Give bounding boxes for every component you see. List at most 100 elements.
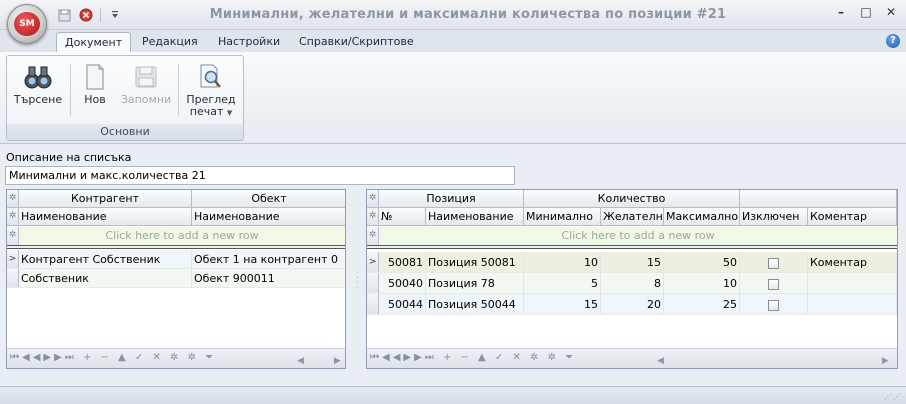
column-excluded[interactable]: Изключен bbox=[740, 208, 808, 225]
excluded-checkbox[interactable] bbox=[768, 278, 779, 290]
band-contragent[interactable]: Контрагент bbox=[19, 190, 192, 207]
save-button-label: Запомни bbox=[120, 93, 172, 106]
cell-contragent[interactable]: Контрагент Собственик bbox=[19, 250, 192, 268]
grid-corner-icon: ✲ bbox=[7, 190, 19, 207]
cell-desired[interactable]: 15 bbox=[601, 252, 664, 272]
ribbon-group-main: Търсене Нов Запомни Преглед печат ▼ Осно… bbox=[6, 55, 244, 141]
positions-quantities-grid: ✲ Позиция Количество ✲ № Наименование Ми… bbox=[366, 189, 898, 369]
help-icon[interactable]: ? bbox=[886, 34, 900, 48]
excluded-checkbox[interactable] bbox=[768, 299, 779, 311]
cell-comment[interactable]: Коментар bbox=[808, 252, 897, 272]
cell-excluded bbox=[740, 294, 808, 314]
grid-navigator: ⏮◀◀▶▶⏭ + − ▲ ✓ ✕ ✲ ✲ ⏷ ◀ ▶ bbox=[367, 348, 897, 368]
cell-desired[interactable]: 20 bbox=[601, 294, 664, 314]
cell-name[interactable]: Позиция 50081 bbox=[426, 252, 524, 272]
cell-desired[interactable]: 8 bbox=[601, 273, 664, 293]
grid-band-header: ✲ Позиция Количество bbox=[367, 190, 897, 208]
dropdown-arrow-icon: ▼ bbox=[226, 109, 233, 117]
tab-reports-scripts[interactable]: Справки/Скриптове bbox=[291, 32, 422, 52]
tab-edit[interactable]: Редакция bbox=[134, 32, 206, 52]
table-row[interactable]: > Контрагент Собственик Обект 1 на контр… bbox=[7, 250, 345, 269]
excluded-checkbox[interactable] bbox=[768, 257, 779, 269]
current-row-icon: > bbox=[367, 252, 379, 272]
grid-corner-icon: ✲ bbox=[367, 190, 379, 207]
window-title: Минимални, желателни и максимални количе… bbox=[209, 7, 727, 22]
band-position[interactable]: Позиция bbox=[379, 190, 524, 207]
binoculars-icon bbox=[11, 60, 65, 94]
new-row-prompt[interactable]: ✲ Click here to add a new row bbox=[367, 227, 897, 245]
tab-document[interactable]: Документ bbox=[56, 32, 132, 52]
new-button-label: Нов bbox=[84, 93, 106, 106]
column-minimum[interactable]: Минимално bbox=[524, 208, 601, 225]
navigator-buttons[interactable]: ⏮◀◀▶▶⏭ + − ▲ ✓ ✕ ✲ ✲ ⏷ bbox=[370, 352, 576, 363]
table-row[interactable]: 50040 Позиция 78 5 8 10 bbox=[367, 273, 897, 294]
save-button[interactable]: Запомни bbox=[119, 60, 173, 106]
table-row[interactable]: 50044 Позиция 50044 15 20 25 bbox=[367, 294, 897, 315]
contragent-object-grid: ✲ Контрагент Обект ✲ Наименование Наимен… bbox=[6, 189, 346, 369]
cell-name[interactable]: Позиция 50044 bbox=[426, 294, 524, 314]
new-button[interactable]: Нов bbox=[77, 60, 113, 106]
cell-maximum[interactable]: 25 bbox=[664, 294, 740, 314]
column-number[interactable]: № bbox=[379, 208, 426, 225]
band-empty bbox=[740, 190, 897, 207]
column-name[interactable]: Наименование bbox=[426, 208, 524, 225]
minimize-button[interactable]: – bbox=[830, 5, 852, 23]
cell-minimum[interactable]: 10 bbox=[524, 252, 601, 272]
grid-divider bbox=[367, 245, 897, 249]
cell-comment[interactable] bbox=[808, 294, 897, 314]
status-bar: ⋰⋰ bbox=[0, 386, 906, 404]
ribbon-panel: Търсене Нов Запомни Преглед печат ▼ Осно… bbox=[0, 52, 906, 144]
new-row-icon: ✲ bbox=[7, 227, 19, 245]
cell-excluded bbox=[740, 252, 808, 272]
restore-button[interactable]: □ bbox=[855, 5, 877, 23]
cell-maximum[interactable]: 50 bbox=[664, 252, 740, 272]
print-preview-button[interactable]: Преглед печат ▼ bbox=[183, 60, 239, 119]
new-row-text: Click here to add a new row bbox=[561, 229, 715, 242]
cell-object[interactable]: Обект 1 на контрагент 0 bbox=[192, 250, 345, 268]
description-input[interactable] bbox=[5, 166, 515, 185]
print-preview-icon bbox=[183, 60, 239, 94]
ribbon-separator bbox=[70, 64, 71, 116]
cell-contragent[interactable]: Собственик bbox=[19, 269, 192, 287]
column-chooser-icon[interactable]: ✲ bbox=[7, 208, 19, 225]
floppy-disk-icon bbox=[119, 60, 173, 94]
column-comment[interactable]: Коментар bbox=[808, 208, 897, 225]
cell-name[interactable]: Позиция 78 bbox=[426, 273, 524, 293]
row-indicator bbox=[7, 269, 19, 287]
column-maximum[interactable]: Максимално bbox=[664, 208, 740, 225]
splitter-handle[interactable]: · · · · bbox=[356, 269, 360, 292]
column-object-name[interactable]: Наименование bbox=[192, 208, 345, 225]
horizontal-scrollbar[interactable]: ◀ ▶ bbox=[657, 353, 893, 366]
column-contragent-name[interactable]: Наименование bbox=[19, 208, 192, 225]
horizontal-scrollbar[interactable]: ◀ ▶ bbox=[297, 353, 345, 366]
new-document-icon bbox=[77, 60, 113, 94]
band-quantity[interactable]: Количество bbox=[524, 190, 740, 207]
ribbon-group-caption: Основни bbox=[7, 124, 243, 140]
print-preview-label-line2: печат bbox=[189, 105, 224, 118]
band-object[interactable]: Обект bbox=[192, 190, 345, 207]
navigator-buttons[interactable]: ⏮◀◀▶▶⏭ + − ▲ ✓ ✕ ✲ ✲ ⏷ bbox=[10, 352, 216, 363]
cell-number[interactable]: 50081 bbox=[379, 252, 426, 272]
cell-number[interactable]: 50044 bbox=[379, 294, 426, 314]
application-menu-button[interactable]: SM bbox=[7, 4, 47, 44]
column-chooser-icon[interactable]: ✲ bbox=[367, 208, 379, 225]
table-row[interactable]: Собственик Обект 900011 bbox=[7, 269, 345, 288]
search-button[interactable]: Търсене bbox=[11, 60, 65, 106]
new-row-prompt[interactable]: ✲ Click here to add a new row bbox=[7, 227, 345, 245]
cell-comment[interactable] bbox=[808, 273, 897, 293]
cell-object[interactable]: Обект 900011 bbox=[192, 269, 345, 287]
cell-maximum[interactable]: 10 bbox=[664, 273, 740, 293]
cell-excluded bbox=[740, 273, 808, 293]
app-logo: SM bbox=[14, 12, 40, 36]
table-row[interactable]: > 50081 Позиция 50081 10 15 50 Коментар bbox=[367, 252, 897, 273]
cell-minimum[interactable]: 5 bbox=[524, 273, 601, 293]
cell-minimum[interactable]: 15 bbox=[524, 294, 601, 314]
tab-settings[interactable]: Настройки bbox=[210, 32, 288, 52]
row-indicator bbox=[367, 273, 379, 293]
cell-number[interactable]: 50040 bbox=[379, 273, 426, 293]
close-button[interactable]: ✕ bbox=[880, 5, 902, 23]
ribbon-tabs: Документ Редакция Настройки Справки/Скри… bbox=[0, 30, 906, 52]
grid-band-header: ✲ Контрагент Обект bbox=[7, 190, 345, 208]
column-desired[interactable]: Желателно bbox=[601, 208, 664, 225]
resize-grip-icon[interactable]: ⋰⋰ bbox=[884, 392, 902, 401]
